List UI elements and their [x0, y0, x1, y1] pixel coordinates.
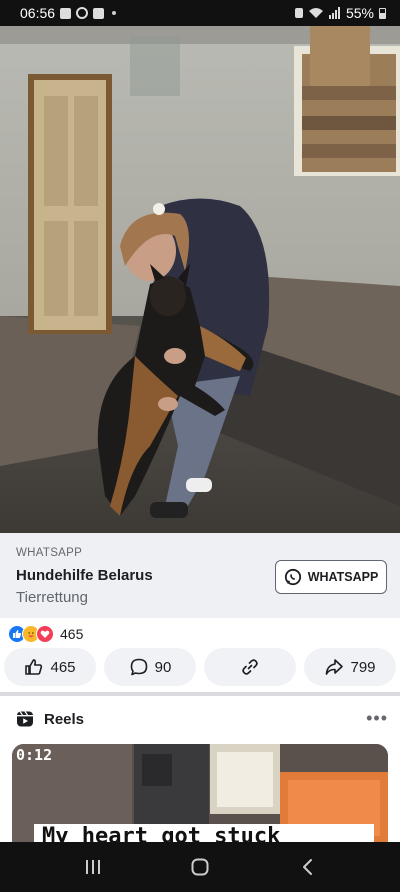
- reel-caption: My heart got stuck: [34, 824, 374, 844]
- section-divider: [0, 692, 400, 696]
- ad-subtitle: Tierrettung: [16, 589, 88, 606]
- post-actions: 465 90 799: [4, 648, 396, 688]
- home-icon: [191, 858, 209, 876]
- reels-header[interactable]: Reels: [16, 708, 84, 730]
- clock: 06:56: [20, 5, 56, 21]
- reaction-count: 465: [60, 626, 84, 642]
- comment-icon: [130, 658, 147, 676]
- share-icon: [326, 659, 344, 675]
- gallery-notification-icon: [60, 7, 72, 19]
- reels-title: Reels: [44, 710, 85, 728]
- comment-count: 90: [154, 658, 172, 676]
- reactions-summary[interactable]: 465: [8, 624, 83, 644]
- whatsapp-button-label: WHATSAPP: [307, 570, 379, 584]
- battery-percent: 55%: [345, 5, 374, 21]
- thumbs-up-icon: [25, 659, 43, 675]
- battery-icon: [379, 7, 386, 19]
- back-icon: [302, 859, 312, 875]
- like-count: 465: [50, 658, 76, 676]
- link-icon: [242, 659, 258, 675]
- system-nav-bar: [0, 842, 400, 892]
- ad-card[interactable]: WHATSAPP Hundehilfe Belarus Tierrettung …: [0, 533, 400, 618]
- ad-title[interactable]: Hundehilfe Belarus: [16, 567, 153, 584]
- home-button[interactable]: [170, 847, 230, 887]
- whatsapp-notification-icon: [76, 7, 89, 19]
- comment-button[interactable]: 90: [104, 648, 196, 686]
- reels-icon: [17, 711, 33, 727]
- recent-apps-icon: [86, 860, 101, 874]
- ad-source-label: WHATSAPP: [16, 547, 83, 559]
- wifi-icon: [308, 8, 323, 18]
- signal-icon: [328, 7, 340, 19]
- share-button[interactable]: 799: [304, 648, 396, 686]
- share-count: 799: [350, 658, 376, 676]
- photo-woman-hugging-dog: [0, 26, 400, 533]
- reels-more-button[interactable]: •••: [366, 708, 388, 729]
- love-reaction-icon: [36, 625, 54, 643]
- like-button[interactable]: 465: [4, 648, 96, 686]
- whatsapp-button[interactable]: WHATSAPP: [275, 560, 387, 594]
- whatsapp-icon: [284, 568, 301, 586]
- recent-apps-button[interactable]: [63, 847, 123, 887]
- more-notifications-icon: [112, 11, 117, 15]
- status-bar: 06:56 55%: [0, 0, 400, 26]
- copy-link-button[interactable]: [204, 648, 296, 686]
- lock-icon: [294, 8, 303, 18]
- status-right: 55%: [294, 5, 386, 21]
- back-button[interactable]: [277, 847, 337, 887]
- mail-notification-icon: [93, 7, 105, 19]
- status-left: 06:56: [20, 5, 117, 21]
- reel-timestamp: 0:12: [16, 746, 53, 764]
- post-photo[interactable]: [0, 26, 400, 533]
- reel-thumbnail[interactable]: 0:12 My heart got stuck: [12, 744, 388, 844]
